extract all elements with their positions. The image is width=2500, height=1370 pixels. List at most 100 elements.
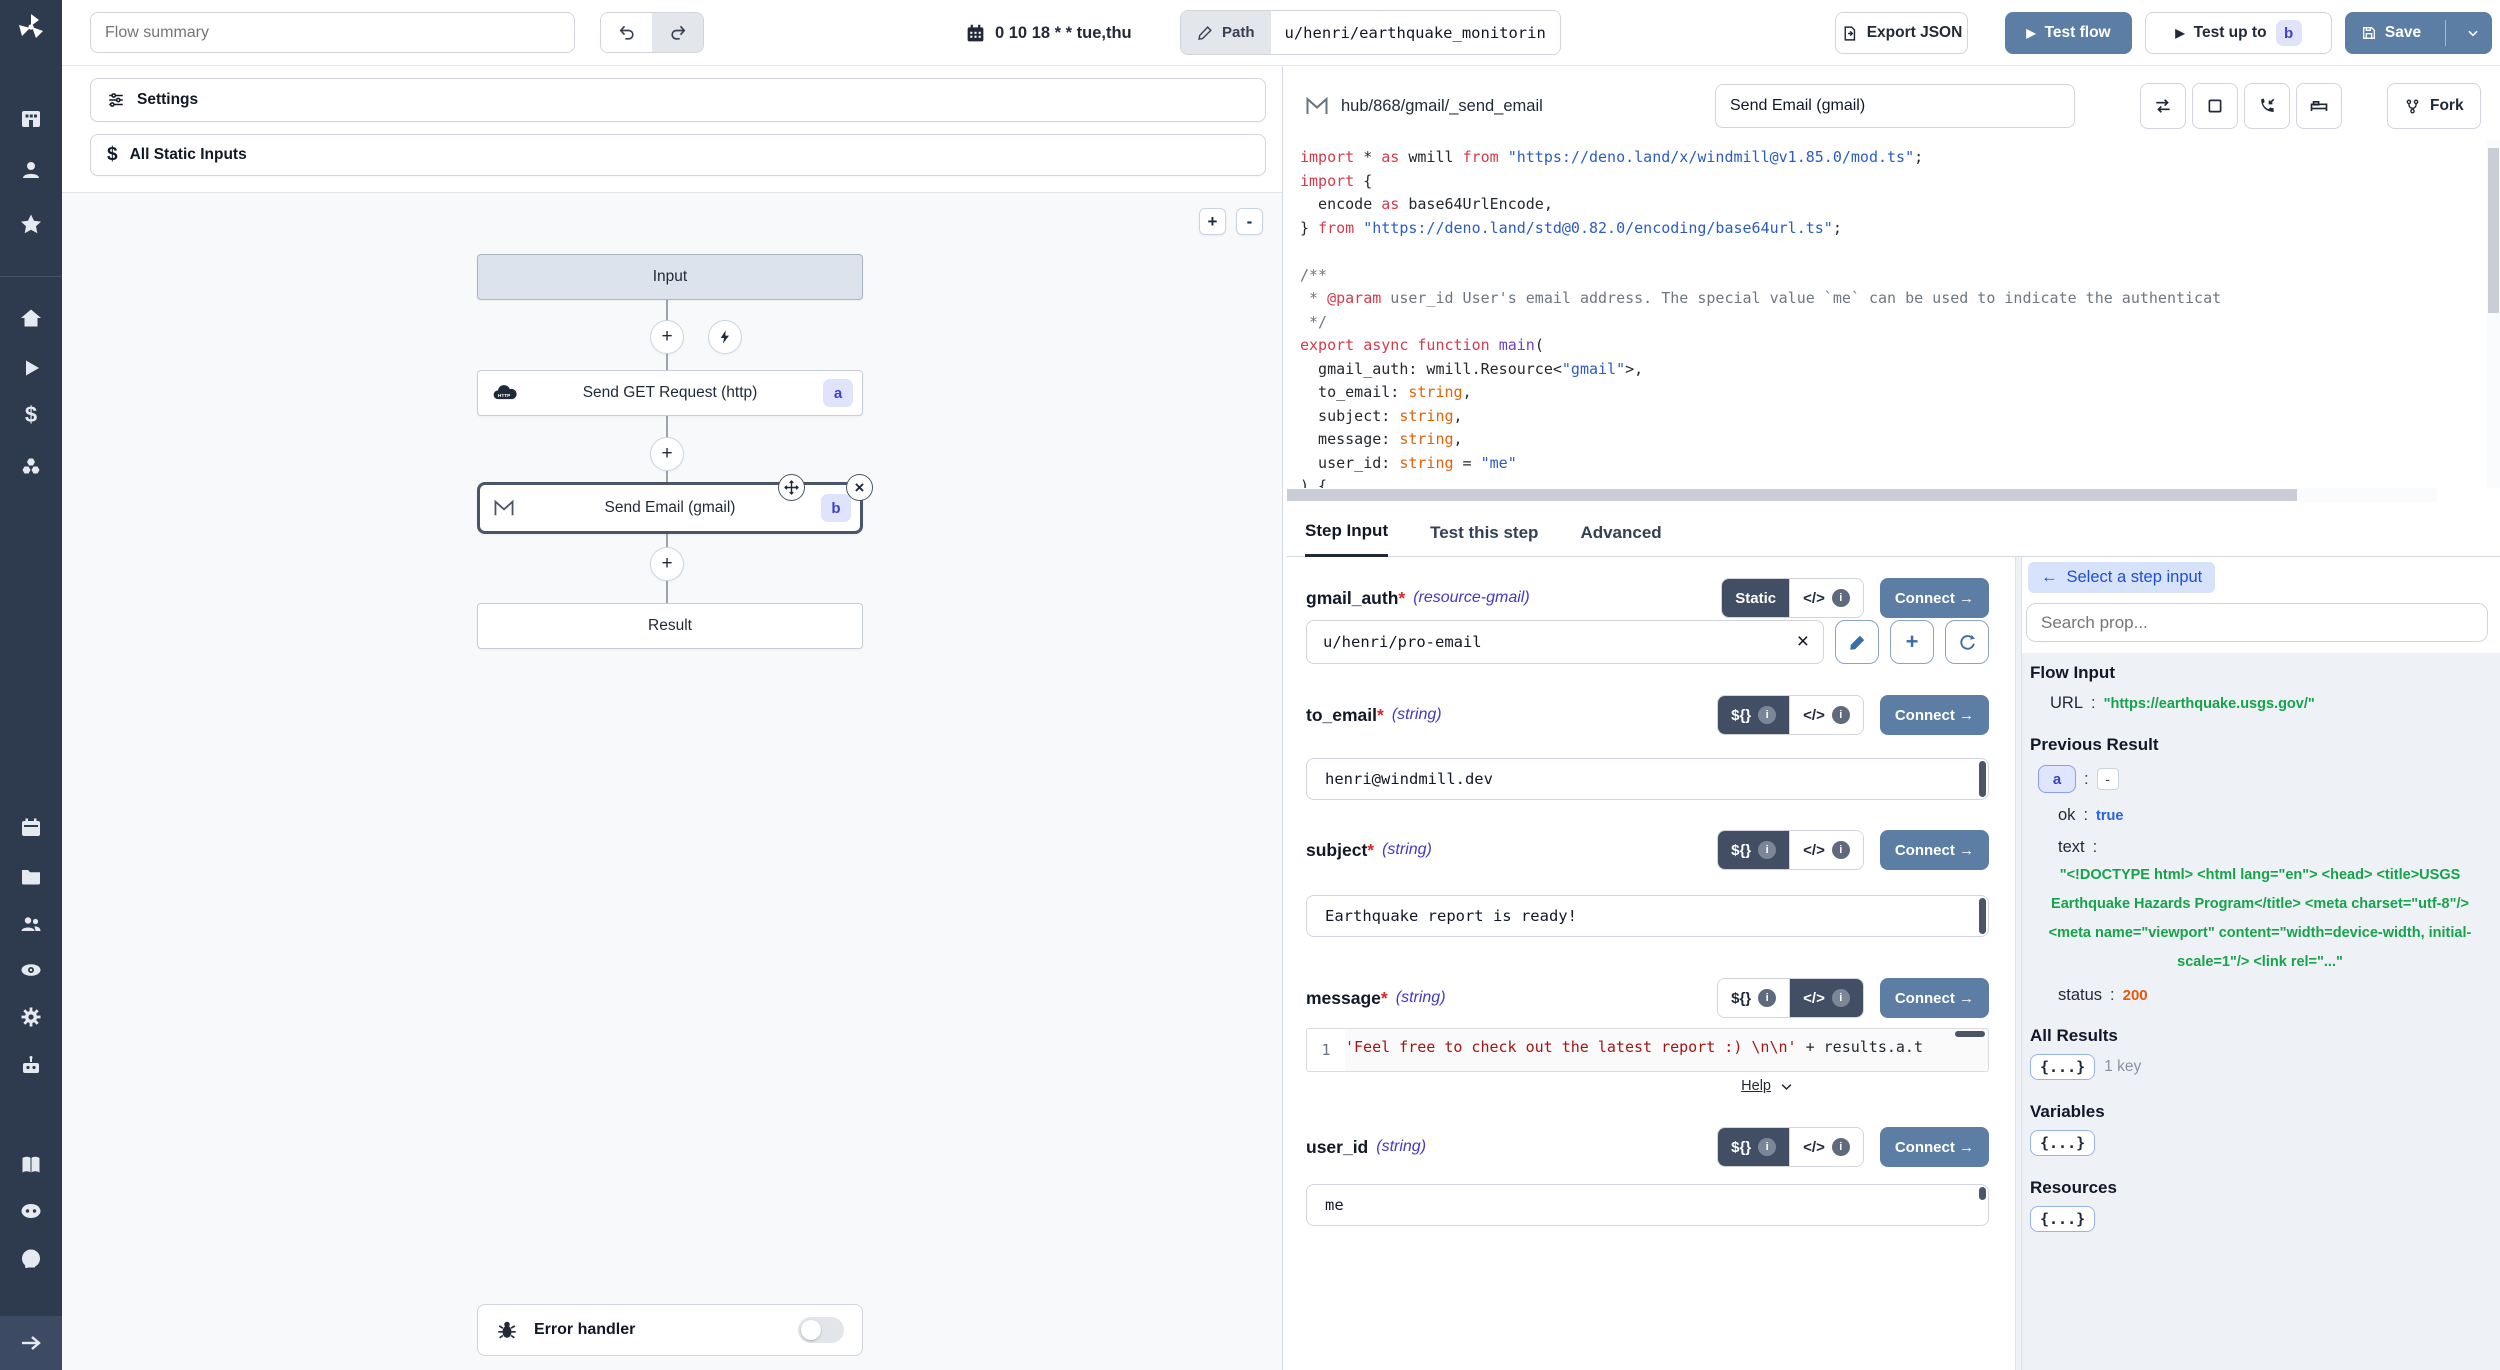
move-step-handle[interactable] <box>778 474 805 501</box>
diff-view-button[interactable] <box>2296 83 2342 129</box>
path-group[interactable]: Path u/henri/earthquake_monitorin <box>1180 10 1561 55</box>
connect-button[interactable]: Connect → <box>1880 695 1989 735</box>
expand-editor-button[interactable] <box>2192 83 2238 129</box>
flow-input-url-row[interactable]: URL : "https://earthquake.usgs.gov/" <box>2050 694 2490 713</box>
info-icon[interactable]: i <box>1832 989 1850 1007</box>
schedules-icon[interactable] <box>19 816 43 840</box>
all-static-inputs-box[interactable]: $ All Static Inputs <box>90 134 1266 176</box>
input-node[interactable]: Input <box>477 254 863 300</box>
zoom-out-button[interactable]: - <box>1236 208 1263 235</box>
error-handler-box[interactable]: Error handler <box>477 1304 863 1356</box>
settings-gear-icon[interactable] <box>19 1005 43 1029</box>
settings-box[interactable]: Settings <box>90 78 1266 122</box>
code-vertical-scrollbar[interactable] <box>2487 140 2500 488</box>
scrollbar-thumb[interactable] <box>1287 489 2297 501</box>
search-prop-input[interactable] <box>2026 603 2488 642</box>
collapse-arrow-icon[interactable] <box>19 1331 43 1355</box>
tab-advanced[interactable]: Advanced <box>1580 523 1661 556</box>
connect-button[interactable]: Connect → <box>1880 1127 1989 1167</box>
info-icon[interactable]: i <box>1758 989 1776 1007</box>
export-json-button[interactable]: Export JSON <box>1835 12 1968 54</box>
test-flow-button[interactable]: ▶ Test flow <box>2005 12 2132 54</box>
mode-javascript[interactable]: </>i <box>1789 579 1863 617</box>
github-icon[interactable] <box>19 1247 43 1271</box>
mode-static[interactable]: ${}i <box>1718 696 1789 734</box>
previous-result-a-row[interactable]: a : - <box>2038 765 2490 793</box>
to-email-input[interactable]: henri@windmill.dev <box>1306 758 1989 800</box>
resources-icon[interactable] <box>19 455 43 479</box>
user-id-input[interactable]: me <box>1306 1184 1989 1226</box>
info-icon[interactable]: i <box>1758 706 1776 724</box>
message-code-editor[interactable]: 1 'Feel free to check out the latest rep… <box>1306 1028 1989 1072</box>
info-icon[interactable]: i <box>1832 589 1850 607</box>
runs-icon[interactable] <box>19 356 43 380</box>
connect-button[interactable]: Connect → <box>1880 978 1989 1018</box>
flow-summary-input[interactable] <box>90 12 575 53</box>
reload-script-button[interactable] <box>2140 83 2186 129</box>
step-b-node[interactable]: Send Email (gmail) b <box>477 482 863 534</box>
mode-static[interactable]: ${}i <box>1718 979 1789 1017</box>
add-resource-button[interactable]: + <box>1890 620 1934 664</box>
mode-static[interactable]: Static <box>1722 579 1789 617</box>
mode-static[interactable]: ${}i <box>1718 1128 1789 1166</box>
mode-javascript[interactable]: </>i <box>1789 696 1863 734</box>
mode-javascript[interactable]: </>i <box>1789 979 1863 1017</box>
mode-javascript[interactable]: </>i <box>1789 1128 1863 1166</box>
trigger-bolt-button[interactable] <box>708 320 742 354</box>
help-link[interactable]: Help <box>1741 1078 1771 1094</box>
delete-step-button[interactable]: × <box>846 474 873 501</box>
groups-icon[interactable] <box>19 912 43 936</box>
undo-button[interactable] <box>601 13 652 52</box>
info-icon[interactable]: i <box>1758 841 1776 859</box>
zoom-in-button[interactable]: + <box>1199 208 1226 235</box>
home-icon[interactable] <box>19 306 43 330</box>
collapse-badge[interactable]: - <box>2097 768 2119 790</box>
save-dropdown-button[interactable] <box>2455 26 2491 40</box>
windmill-logo[interactable] <box>16 12 46 42</box>
info-icon[interactable]: i <box>1832 706 1850 724</box>
panel-resize-handle[interactable] <box>2015 557 2022 1370</box>
info-icon[interactable]: i <box>1758 1138 1776 1156</box>
chevron-down-icon[interactable] <box>1779 1079 1794 1094</box>
info-icon[interactable]: i <box>1832 1138 1850 1156</box>
redo-button[interactable] <box>652 13 703 52</box>
object-badge[interactable]: {...} <box>2030 1054 2095 1080</box>
mode-static[interactable]: ${}i <box>1718 831 1789 869</box>
fork-button[interactable]: Fork <box>2387 83 2481 129</box>
folders-icon[interactable] <box>19 864 43 888</box>
object-badge[interactable]: {...} <box>2030 1206 2095 1232</box>
add-step-button[interactable]: + <box>650 320 684 354</box>
discord-icon[interactable] <box>19 1199 43 1223</box>
favorites-icon[interactable] <box>19 212 43 236</box>
add-step-button[interactable]: + <box>650 437 684 471</box>
resource-input[interactable]: u/henri/pro-email × <box>1306 620 1824 664</box>
connect-button[interactable]: Connect → <box>1880 830 1989 870</box>
tab-test-this-step[interactable]: Test this step <box>1430 523 1538 556</box>
step-a-badge[interactable]: a <box>2038 765 2076 793</box>
scrollbar-thumb[interactable] <box>2488 148 2499 313</box>
docs-icon[interactable] <box>19 1153 43 1177</box>
select-step-input-pill[interactable]: ← Select a step input <box>2028 562 2215 593</box>
mode-javascript[interactable]: </>i <box>1789 831 1863 869</box>
error-handler-toggle[interactable] <box>798 1317 844 1343</box>
save-button-group[interactable]: Save <box>2345 12 2492 54</box>
test-up-to-button[interactable]: ▶ Test up to b <box>2145 12 2332 54</box>
variables-icon[interactable]: $ <box>19 403 43 427</box>
workers-icon[interactable] <box>19 1054 43 1078</box>
path-edit-button[interactable]: Path <box>1181 11 1271 54</box>
info-icon[interactable]: i <box>1832 841 1850 859</box>
save-button[interactable]: Save <box>2346 24 2436 42</box>
step-a-node[interactable]: HTTP Send GET Request (http) a <box>477 370 863 416</box>
tab-step-input[interactable]: Step Input <box>1305 521 1388 557</box>
subject-input[interactable]: Earthquake report is ready! <box>1306 895 1989 937</box>
text-row[interactable]: text : <box>2058 838 2490 857</box>
code-editor[interactable]: import * as wmill from "https://deno.lan… <box>1287 140 2487 488</box>
step-name-input[interactable] <box>1715 84 2075 128</box>
connect-button[interactable]: Connect → <box>1880 578 1989 618</box>
user-icon[interactable] <box>19 158 43 182</box>
audit-logs-icon[interactable] <box>19 958 43 982</box>
ok-row[interactable]: ok : true <box>2058 806 2490 825</box>
clear-icon[interactable]: × <box>1797 630 1809 654</box>
code-horizontal-scrollbar[interactable] <box>1287 488 2437 502</box>
refresh-resource-button[interactable] <box>1945 620 1989 664</box>
